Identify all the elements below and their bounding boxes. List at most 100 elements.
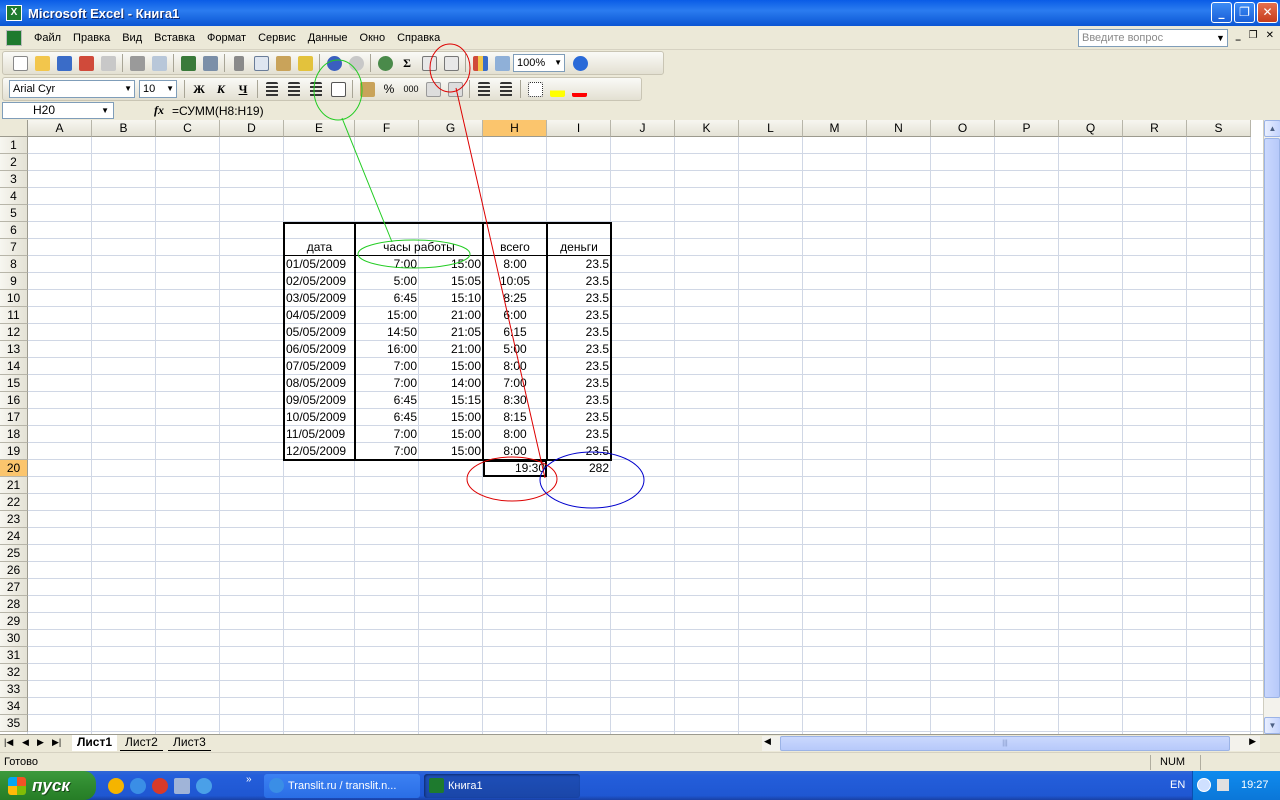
row-header-6[interactable]: 6 (0, 222, 28, 239)
total-hours-cell[interactable]: 8:00 (483, 443, 547, 460)
row-header-24[interactable]: 24 (0, 528, 28, 545)
scroll-right-icon[interactable]: ▶ (1249, 736, 1256, 747)
minimize-button[interactable]: _ (1211, 2, 1232, 23)
column-header-j[interactable]: J (611, 120, 675, 137)
money-cell[interactable]: 23.5 (547, 341, 611, 358)
column-header-o[interactable]: O (931, 120, 995, 137)
align-right-icon[interactable] (305, 78, 327, 100)
money-cell[interactable]: 23.5 (547, 443, 611, 460)
money-cell[interactable]: 23.5 (547, 324, 611, 341)
start-time-cell[interactable]: 6:45 (355, 290, 419, 307)
horizontal-scrollbar[interactable]: ◀ ||| ▶ (762, 736, 1260, 751)
align-center-icon[interactable] (283, 78, 305, 100)
start-button[interactable]: пуск (0, 771, 96, 800)
row-header-29[interactable]: 29 (0, 613, 28, 630)
row-header-15[interactable]: 15 (0, 375, 28, 392)
row-header-3[interactable]: 3 (0, 171, 28, 188)
doc-minimize-icon[interactable]: _ (1236, 30, 1241, 41)
total-hours-cell[interactable]: 5:00 (483, 341, 547, 358)
start-time-cell[interactable]: 7:00 (355, 443, 419, 460)
row-header-12[interactable]: 12 (0, 324, 28, 341)
total-hours-cell[interactable]: 8:30 (483, 392, 547, 409)
end-time-cell[interactable]: 21:00 (419, 341, 483, 358)
row-header-25[interactable]: 25 (0, 545, 28, 562)
start-time-cell[interactable]: 14:50 (355, 324, 419, 341)
start-time-cell[interactable]: 7:00 (355, 358, 419, 375)
horizontal-scroll-thumb[interactable]: ||| (780, 736, 1230, 751)
column-header-n[interactable]: N (867, 120, 931, 137)
task-translit[interactable]: Translit.ru / translit.n... (264, 774, 420, 798)
column-header-l[interactable]: L (739, 120, 803, 137)
total-hours-cell[interactable]: 8:00 (483, 256, 547, 273)
start-time-cell[interactable]: 7:00 (355, 256, 419, 273)
row-header-21[interactable]: 21 (0, 477, 28, 494)
name-box-dropdown-icon[interactable]: ▼ (101, 103, 109, 118)
column-header-g[interactable]: G (419, 120, 483, 137)
money-cell[interactable]: 23.5 (547, 375, 611, 392)
row-header-30[interactable]: 30 (0, 630, 28, 647)
row-header-34[interactable]: 34 (0, 698, 28, 715)
date-cell[interactable]: 04/05/2009 (284, 307, 355, 324)
font-size-select[interactable]: 10 ▼ (139, 80, 177, 98)
prev-sheet-icon[interactable]: ◀ (22, 737, 29, 748)
date-cell[interactable]: 06/05/2009 (284, 341, 355, 358)
menu-edit[interactable]: Правка (67, 27, 116, 49)
money-cell[interactable]: 23.5 (547, 426, 611, 443)
fill-color-icon[interactable] (546, 78, 568, 100)
row-header-8[interactable]: 8 (0, 256, 28, 273)
hyperlink-icon[interactable] (374, 52, 396, 74)
select-all-corner[interactable] (0, 120, 28, 137)
money-cell[interactable]: 23.5 (547, 256, 611, 273)
scroll-up-icon[interactable]: ▲ (1264, 120, 1280, 137)
end-time-cell[interactable]: 15:00 (419, 358, 483, 375)
chart-wizard-icon[interactable] (469, 52, 491, 74)
header-date[interactable]: дата (284, 239, 355, 256)
row-header-27[interactable]: 27 (0, 579, 28, 596)
open-icon[interactable] (31, 52, 53, 74)
column-header-p[interactable]: P (995, 120, 1059, 137)
start-time-cell[interactable]: 5:00 (355, 273, 419, 290)
row-header-22[interactable]: 22 (0, 494, 28, 511)
start-time-cell[interactable]: 6:45 (355, 392, 419, 409)
internet-explorer-icon[interactable] (130, 777, 146, 794)
end-time-cell[interactable]: 21:00 (419, 307, 483, 324)
date-cell[interactable]: 11/05/2009 (284, 426, 355, 443)
row-header-9[interactable]: 9 (0, 273, 28, 290)
show-desktop-icon[interactable] (174, 777, 190, 794)
help-question-input[interactable]: Введите вопрос (1078, 29, 1228, 47)
end-time-cell[interactable]: 15:15 (419, 392, 483, 409)
start-time-cell[interactable]: 6:45 (355, 409, 419, 426)
column-header-c[interactable]: C (156, 120, 220, 137)
vertical-scrollbar[interactable]: ▲ ▼ (1263, 120, 1280, 734)
print-icon[interactable] (126, 52, 148, 74)
column-header-f[interactable]: F (355, 120, 419, 137)
decrease-indent-icon[interactable] (473, 78, 495, 100)
column-header-h[interactable]: H (483, 120, 547, 137)
align-left-icon[interactable] (261, 78, 283, 100)
increase-decimal-icon[interactable] (422, 78, 444, 100)
comma-style-button[interactable]: 000 (400, 78, 422, 100)
column-header-e[interactable]: E (284, 120, 355, 137)
font-dropdown-icon[interactable]: ▼ (124, 81, 132, 97)
drawing-icon[interactable] (491, 52, 513, 74)
cut-icon[interactable] (228, 52, 250, 74)
currency-icon[interactable] (356, 78, 378, 100)
maximize-button[interactable]: ❐ (1234, 2, 1255, 23)
money-cell[interactable]: 23.5 (547, 358, 611, 375)
row-header-10[interactable]: 10 (0, 290, 28, 307)
row-header-35[interactable]: 35 (0, 715, 28, 732)
language-indicator[interactable]: EN (1170, 771, 1185, 800)
row-header-19[interactable]: 19 (0, 443, 28, 460)
money-cell[interactable]: 23.5 (547, 409, 611, 426)
scroll-left-icon[interactable]: ◀ (764, 736, 771, 747)
date-cell[interactable]: 12/05/2009 (284, 443, 355, 460)
header-hours[interactable]: часы работы (355, 239, 483, 256)
row-header-17[interactable]: 17 (0, 409, 28, 426)
new-icon[interactable] (9, 52, 31, 74)
total-hours-cell[interactable]: 8:25 (483, 290, 547, 307)
end-time-cell[interactable]: 15:00 (419, 443, 483, 460)
money-cell[interactable]: 23.5 (547, 307, 611, 324)
date-cell[interactable]: 05/05/2009 (284, 324, 355, 341)
italic-button[interactable]: К (210, 78, 232, 100)
row-header-20[interactable]: 20 (0, 460, 28, 477)
